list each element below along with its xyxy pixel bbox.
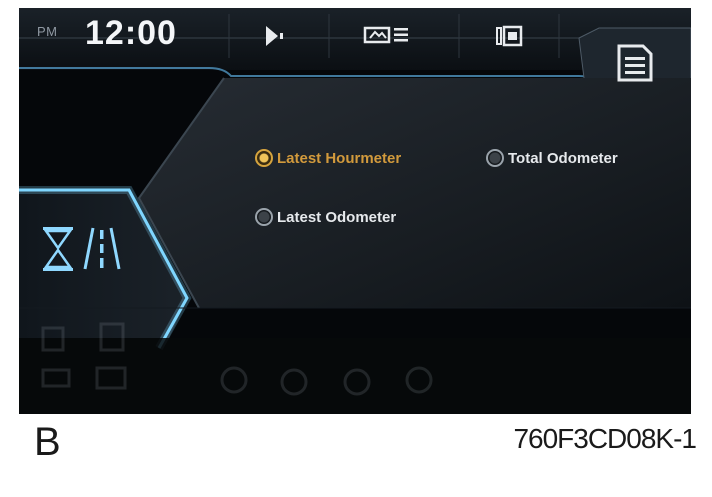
- faded-status-icon: [95, 366, 127, 390]
- figure-code: 760F3CD08K-1: [513, 423, 697, 454]
- faded-status-icon: [280, 368, 308, 396]
- faded-status-icon: [41, 326, 65, 352]
- faded-status-icons: [41, 322, 433, 396]
- display-screen: PM 12:00 Latest Hourmeter Total Odometer…: [19, 8, 691, 414]
- faded-status-icon: [220, 366, 248, 394]
- faded-status-icon: [343, 368, 371, 396]
- faded-status-icon: [99, 322, 125, 352]
- faded-status-icon: [405, 366, 433, 394]
- figure-letter: B: [34, 420, 61, 464]
- faded-status-icon: [41, 368, 71, 388]
